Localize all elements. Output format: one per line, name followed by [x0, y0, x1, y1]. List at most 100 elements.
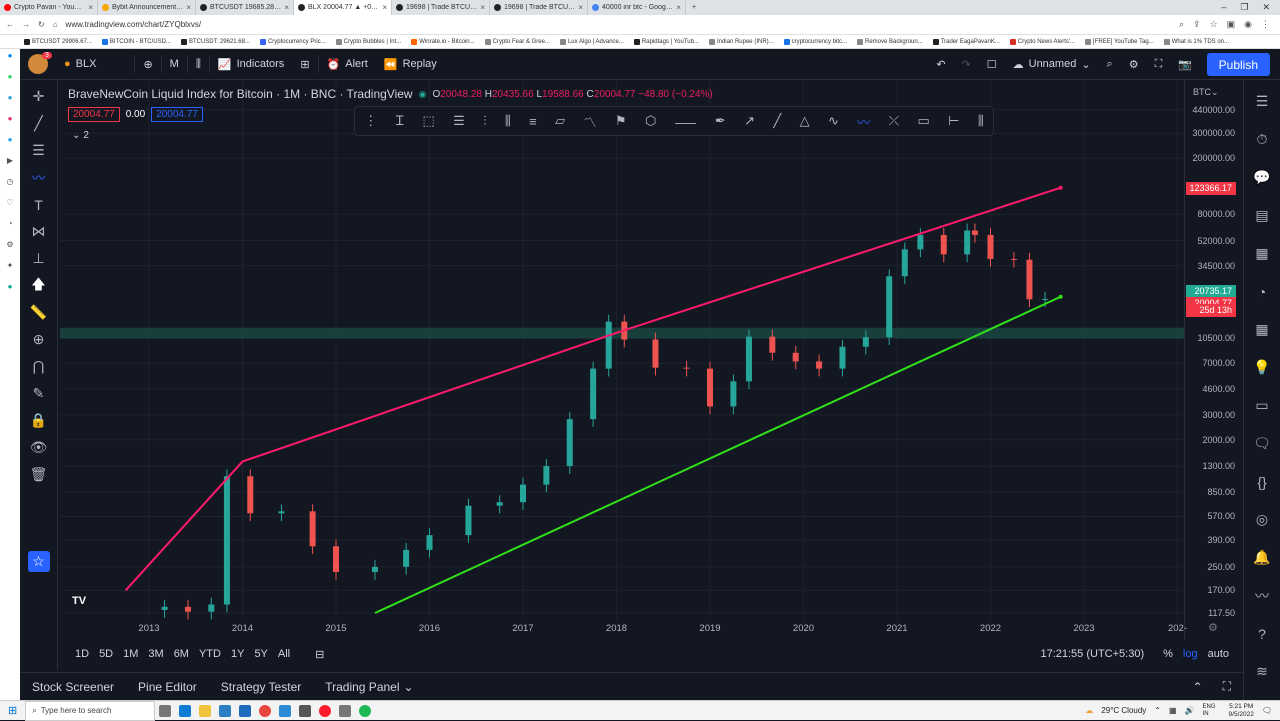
weather-text[interactable]: 29°C Cloudy: [1101, 706, 1146, 715]
app-icon[interactable]: [279, 704, 292, 717]
candle-body[interactable]: [683, 367, 690, 369]
close-window-icon[interactable]: ✕: [1262, 2, 1270, 13]
candle-body[interactable]: [964, 230, 971, 255]
pattern-icon[interactable]: ⋈: [32, 221, 46, 242]
templates-button[interactable]: ⊞: [292, 49, 317, 80]
price-badge[interactable]: 123366.17: [1186, 181, 1236, 195]
projection-icon[interactable]: ⊥: [32, 248, 44, 269]
clock-icon[interactable]: ◔: [8, 219, 13, 228]
candle-body[interactable]: [730, 381, 737, 407]
notification-icon[interactable]: 🔔: [1253, 542, 1270, 573]
star-icon[interactable]: ☆: [27, 551, 50, 572]
layout-select-button[interactable]: ☐: [979, 49, 1005, 80]
candle-body[interactable]: [901, 249, 908, 277]
new-tab-icon[interactable]: +: [686, 4, 702, 11]
candle-body[interactable]: [971, 230, 978, 235]
edge-icon[interactable]: [179, 704, 192, 717]
hline-tool-icon[interactable]: ⸺: [675, 112, 697, 131]
streams-icon[interactable]: ▭: [1255, 390, 1268, 421]
candle-body[interactable]: [543, 466, 550, 485]
candle-body[interactable]: [745, 336, 752, 382]
windows-start-icon[interactable]: ⊞: [0, 704, 25, 717]
pen-tool-icon[interactable]: ✒: [715, 113, 726, 129]
layout-name-button[interactable]: ☁ Unnamed ⌄: [1005, 49, 1099, 80]
magnet-icon[interactable]: ⋂: [33, 356, 44, 377]
curve-tool-icon[interactable]: ∿: [828, 113, 839, 129]
candle-body[interactable]: [496, 502, 503, 506]
candle-body[interactable]: [862, 337, 869, 347]
minimize-icon[interactable]: –: [1221, 2, 1226, 13]
candle-body[interactable]: [184, 606, 191, 612]
bookmark-item[interactable]: Rapidtags | YouTub...: [633, 38, 699, 45]
task-view-icon[interactable]: [159, 704, 172, 717]
close-tab-icon[interactable]: ×: [88, 3, 93, 12]
candle-body[interactable]: [792, 352, 799, 362]
candle-body[interactable]: [940, 234, 947, 255]
collapse-panel-icon[interactable]: ⌃: [1193, 680, 1203, 694]
auto-toggle[interactable]: auto: [1203, 648, 1243, 660]
candle-body[interactable]: [403, 549, 410, 567]
store-icon[interactable]: [219, 704, 232, 717]
ray-tool-icon[interactable]: ↗: [744, 113, 755, 129]
brush-icon[interactable]: 〰: [32, 167, 46, 188]
close-tab-icon[interactable]: ×: [284, 3, 289, 12]
forward-icon[interactable]: →: [22, 20, 30, 29]
currency-selector[interactable]: BTC⌄: [1193, 87, 1219, 98]
bulb-icon[interactable]: ✦: [7, 261, 14, 270]
text-icon[interactable]: T: [34, 194, 43, 215]
calendar-icon[interactable]: ▦: [1255, 314, 1268, 345]
triangle-tool-icon[interactable]: △: [800, 113, 810, 129]
range-button[interactable]: 1M: [118, 648, 143, 660]
measure-tool-icon[interactable]: ⊢: [948, 113, 959, 129]
arrow-up-icon[interactable]: 🡅: [31, 275, 45, 296]
candle-body[interactable]: [278, 511, 285, 514]
taskbar-search[interactable]: ⌕ Type here to search: [25, 700, 156, 721]
tradingview-logo-icon[interactable]: TV: [72, 595, 87, 607]
share-icon[interactable]: ⇪: [1193, 19, 1201, 30]
history-icon[interactable]: ◷: [7, 177, 14, 186]
bookmark-item[interactable]: Remove Backgroun...: [857, 38, 923, 45]
notifications-icon[interactable]: 🗨: [1262, 706, 1272, 715]
bookmark-item[interactable]: Trader EagaPavanK...: [932, 38, 1000, 45]
reload-icon[interactable]: ↻: [38, 20, 45, 29]
publish-button[interactable]: Publish: [1206, 53, 1270, 76]
range-button[interactable]: 5Y: [249, 648, 272, 660]
file-explorer-icon[interactable]: [199, 704, 212, 717]
browser-tab[interactable]: 19698 | Trade BTCUSDT ×: [392, 0, 490, 15]
chats-icon[interactable]: 🗨: [1253, 428, 1271, 459]
fib-tool-icon[interactable]: ☰: [453, 113, 465, 129]
close-tab-icon[interactable]: ×: [186, 3, 191, 12]
path-tool-icon[interactable]: ⤫: [889, 113, 899, 129]
network-icon[interactable]: ▦: [1169, 706, 1177, 715]
quick-search-button[interactable]: ⌕: [1099, 49, 1121, 80]
percent-toggle[interactable]: %: [1158, 648, 1178, 660]
bookmark-item[interactable]: BITCOIN - BTC/USD...: [101, 38, 171, 45]
trendline-anchor[interactable]: [1058, 185, 1063, 190]
price-badge[interactable]: 20735.17: [1186, 284, 1236, 298]
url-field[interactable]: www.tradingview.com/chart/ZYQblxvs/: [66, 20, 202, 29]
volume-icon[interactable]: 🔊: [1185, 706, 1195, 715]
candle-body[interactable]: [566, 419, 573, 467]
bookmark-item[interactable]: Crypto Fear & Gree...: [484, 38, 550, 45]
candle-body[interactable]: [816, 361, 823, 369]
broadcast-icon[interactable]: ◎: [1256, 504, 1268, 535]
telegram-icon[interactable]: ●: [8, 93, 13, 102]
candle-body[interactable]: [223, 476, 230, 605]
weather-icon[interactable]: ☁: [1085, 706, 1093, 715]
candle-body[interactable]: [426, 535, 433, 550]
bottom-tab[interactable]: Strategy Tester: [209, 680, 313, 694]
trendline-icon[interactable]: ╱: [34, 113, 42, 134]
crosshair-icon[interactable]: ✛: [33, 86, 45, 107]
shape-tool-icon[interactable]: ⬡: [645, 113, 656, 129]
bookmark-item[interactable]: What is 1% TDS on...: [1163, 38, 1229, 45]
bookmark-item[interactable]: Cryptocurrency Pric...: [259, 38, 326, 45]
interval-button[interactable]: M: [162, 49, 187, 80]
bookmark-item[interactable]: [FREE] YouTube Tag...: [1085, 38, 1154, 45]
indicators-button[interactable]: 📈 Indicators: [210, 49, 292, 80]
settings-button[interactable]: ⚙: [1121, 49, 1147, 80]
profile-icon[interactable]: ◉: [1244, 19, 1252, 30]
layers-icon[interactable]: ≋: [1256, 656, 1268, 687]
brush-tool-icon[interactable]: 〰: [857, 112, 870, 131]
browser-tab[interactable]: BTCUSDT 19685.28 ▼ -0.8×: [196, 0, 294, 15]
eye-icon[interactable]: 👁: [30, 437, 48, 458]
